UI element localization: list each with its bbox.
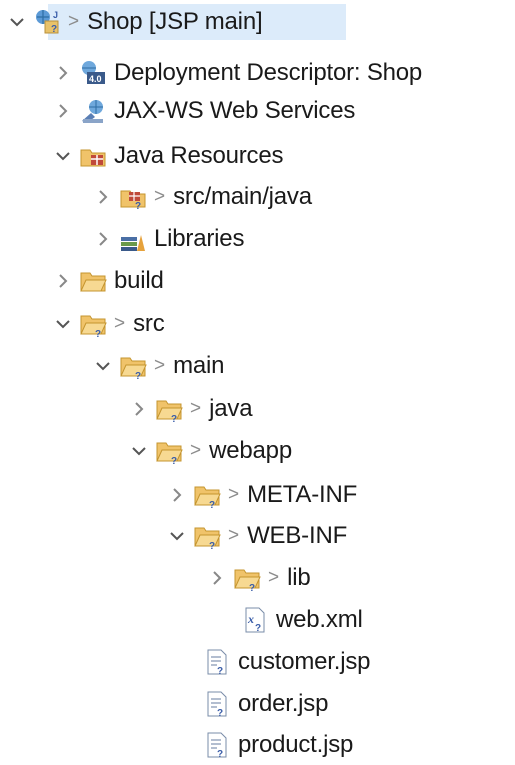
folder-icon: ? [154,436,184,466]
svg-text:J: J [53,10,58,20]
svg-text:?: ? [217,708,223,718]
svg-text:?: ? [209,500,215,509]
tree-item-src[interactable]: ? > src [52,304,165,344]
chevron-right-icon[interactable] [52,261,74,301]
tree-item-web-xml[interactable]: x ? web.xml [240,600,363,640]
tree-item-label: order.jsp [238,690,329,717]
tree-item-label: src [133,310,165,337]
vcs-decorator: > [154,186,166,207]
vcs-decorator: > [114,313,126,334]
tree-item-shop-project[interactable]: ? J > Shop [JSP main] [6,2,346,42]
tree-item-src-main-java[interactable]: ? > src/main/java [92,177,312,217]
svg-text:?: ? [171,414,177,423]
vcs-decorator: > [154,355,166,376]
xml-file-icon: x ? [240,605,270,635]
chevron-down-icon[interactable] [92,346,114,386]
svg-text:?: ? [135,371,141,380]
tree-item-java-resources[interactable]: Java Resources [52,136,283,176]
chevron-right-icon[interactable] [92,177,114,217]
source-folder-icon: ? [118,182,148,212]
tree-item-label: main [173,352,225,379]
tree-item-product-jsp[interactable]: ? product.jsp [202,725,353,765]
tree-item-label: src/main/java [173,183,312,210]
tree-item-label: Java Resources [114,142,284,169]
svg-text:?: ? [209,541,215,550]
tree-item-lib[interactable]: ? > lib [206,558,311,598]
tree-item-java[interactable]: ? > java [128,389,253,429]
folder-icon: ? [154,394,184,424]
chevron-down-icon[interactable] [52,304,74,344]
jsp-file-icon: ? [202,730,232,760]
vcs-decorator: > [268,567,280,588]
java-resources-icon [78,141,108,171]
vcs-decorator: > [190,440,202,461]
tree-item-webapp[interactable]: ? > webapp [128,431,292,471]
chevron-right-icon[interactable] [52,53,74,93]
svg-text:?: ? [51,24,57,35]
jsp-file-icon: ? [202,647,232,677]
project-icon: ? J [32,7,62,37]
tree-item-label: META-INF [247,481,358,508]
project-explorer-tree: ? J > Shop [JSP main] 4.0 Deployment Des… [0,0,515,763]
tree-item-jax-ws[interactable]: JAX-WS Web Services [52,91,355,131]
web-services-icon [78,96,108,126]
folder-icon: ? [192,521,222,551]
svg-text:?: ? [217,666,223,676]
chevron-right-icon[interactable] [206,558,228,598]
tree-item-meta-inf[interactable]: ? > META-INF [166,475,357,515]
tree-item-label: JAX-WS Web Services [114,97,356,124]
tree-item-label: webapp [209,437,292,464]
svg-text:x: x [247,612,254,626]
svg-text:?: ? [249,583,255,592]
tree-item-build[interactable]: build [52,261,164,301]
tree-item-customer-jsp[interactable]: ? customer.jsp [202,642,371,682]
chevron-down-icon[interactable] [6,2,28,42]
tree-item-web-inf[interactable]: ? > WEB-INF [166,516,347,556]
chevron-right-icon[interactable] [128,389,150,429]
chevron-right-icon[interactable] [52,91,74,131]
svg-text:?: ? [95,329,101,338]
tree-item-label: java [209,395,253,422]
tree-item-label: customer.jsp [238,648,371,675]
svg-text:?: ? [217,749,223,759]
svg-text:?: ? [171,456,177,465]
tree-item-deployment-descriptor[interactable]: 4.0 Deployment Descriptor: Shop [52,53,422,93]
folder-icon: ? [78,309,108,339]
vcs-decorator: > [68,11,80,32]
tree-item-label: lib [287,564,311,591]
libraries-icon [118,224,148,254]
deployment-descriptor-icon: 4.0 [78,58,108,88]
chevron-right-icon[interactable] [92,219,114,259]
tree-item-label: Libraries [154,225,245,252]
folder-icon: ? [192,480,222,510]
chevron-down-icon[interactable] [166,516,188,556]
tree-item-label: WEB-INF [247,522,348,549]
tree-item-label: web.xml [276,606,363,633]
vcs-decorator: > [190,398,202,419]
chevron-down-icon[interactable] [128,431,150,471]
svg-text:?: ? [255,623,261,634]
folder-icon: ? [232,563,262,593]
folder-icon [78,266,108,296]
chevron-down-icon[interactable] [52,136,74,176]
tree-item-label: Shop [JSP main] [87,8,263,35]
vcs-decorator: > [228,484,240,505]
svg-text:4.0: 4.0 [89,74,102,84]
folder-icon: ? [118,351,148,381]
tree-item-order-jsp[interactable]: ? order.jsp [202,684,328,724]
tree-item-label: Deployment Descriptor: Shop [114,59,423,86]
svg-text:?: ? [135,201,141,211]
tree-item-label: product.jsp [238,731,354,758]
tree-item-label: build [114,267,164,294]
chevron-right-icon[interactable] [166,475,188,515]
tree-item-libraries[interactable]: Libraries [92,219,244,259]
tree-item-main[interactable]: ? > main [92,346,225,386]
vcs-decorator: > [228,525,240,546]
jsp-file-icon: ? [202,689,232,719]
